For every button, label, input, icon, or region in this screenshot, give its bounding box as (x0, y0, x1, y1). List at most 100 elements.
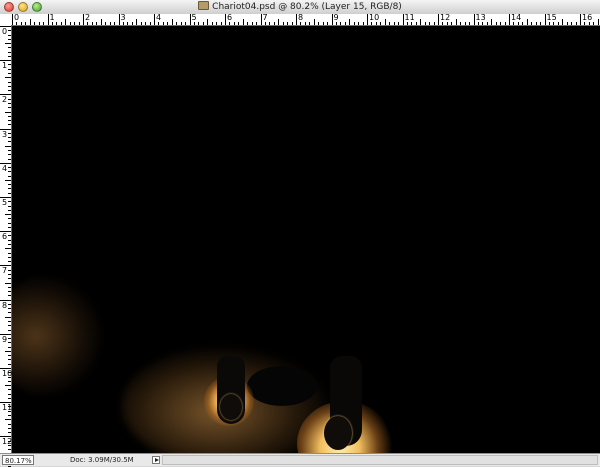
top-ruler-minor-tick (114, 22, 116, 25)
top-ruler-minor-tick (145, 22, 147, 25)
top-ruler-minor-tick (229, 22, 231, 25)
horizontal-scrollbar[interactable] (162, 455, 598, 465)
top-ruler-minor-tick (482, 22, 484, 25)
left-ruler-minor-tick (8, 132, 11, 134)
top-ruler-minor-tick (460, 22, 462, 25)
top-ruler-minor-tick (87, 22, 89, 25)
top-ruler-minor-tick (469, 22, 471, 25)
top-ruler-minor-tick (371, 22, 373, 25)
top-ruler-minor-tick (500, 22, 502, 25)
right-arrow-icon[interactable] (152, 456, 160, 464)
top-ruler-minor-tick (242, 19, 244, 25)
top-ruler-tick (260, 14, 262, 25)
top-ruler-minor-tick (433, 22, 435, 25)
top-ruler-minor-tick (185, 22, 187, 25)
left-ruler-minor-tick (8, 175, 11, 177)
top-ruler-minor-tick (504, 22, 506, 25)
top-ruler-minor-tick (136, 19, 138, 25)
left-ruler-minor-tick (8, 252, 11, 254)
top-ruler-minor-tick (535, 22, 537, 25)
top-ruler[interactable]: 0 1 2 3 4 5 6 7 8 9 10 11 12 13 14 15 16 (11, 13, 600, 26)
left-ruler-minor-tick (8, 149, 11, 151)
window-title: Chariot04.psd @ 80.2% (Layer 15, RGB/8) (212, 2, 402, 12)
top-ruler-minor-tick (60, 22, 62, 25)
top-ruler-minor-tick (74, 22, 76, 25)
left-ruler-minor-tick (8, 158, 11, 160)
top-ruler-tick (544, 14, 546, 25)
top-ruler-minor-tick (429, 22, 431, 25)
left-ruler-minor-tick (8, 359, 11, 361)
left-ruler-minor-tick (8, 171, 11, 173)
left-ruler-minor-tick (8, 51, 11, 53)
left-ruler-minor-tick (5, 43, 11, 45)
left-ruler-minor-tick (8, 235, 11, 237)
top-ruler-minor-tick (593, 22, 595, 25)
top-ruler-minor-tick (251, 22, 253, 25)
left-ruler-minor-tick (8, 124, 11, 126)
left-ruler-minor-tick (8, 372, 11, 374)
top-ruler-tick (580, 14, 581, 25)
left-ruler-minor-tick (8, 320, 11, 322)
left-smoke-glow (12, 276, 102, 396)
image-canvas[interactable] (12, 26, 600, 453)
top-ruler-minor-tick (202, 22, 204, 25)
left-ruler-minor-tick (8, 273, 11, 275)
left-ruler-minor-tick (5, 111, 11, 113)
left-ruler-minor-tick (8, 291, 11, 293)
top-ruler-minor-tick (411, 22, 413, 25)
left-ruler-minor-tick (8, 278, 11, 280)
left-ruler-minor-tick (8, 329, 11, 331)
left-ruler[interactable]: 0 1 2 3 4 5 6 7 8 9 10 11 12 (0, 25, 12, 467)
top-ruler-minor-tick (198, 22, 200, 25)
top-ruler-minor-tick (176, 22, 178, 25)
top-ruler-minor-tick (562, 19, 564, 25)
top-ruler-minor-tick (340, 22, 342, 25)
left-ruler-minor-tick (8, 346, 11, 348)
left-ruler-minor-tick (8, 338, 11, 340)
top-ruler-minor-tick (149, 22, 151, 25)
left-ruler-minor-tick (8, 312, 11, 314)
top-ruler-minor-tick (406, 22, 408, 25)
top-ruler-minor-tick (269, 22, 271, 25)
top-ruler-minor-tick (495, 22, 497, 25)
left-ruler-minor-tick (8, 449, 11, 451)
left-ruler-minor-tick (5, 419, 11, 421)
left-ruler-minor-tick (8, 68, 11, 70)
photoshop-document-window: Chariot04.psd @ 80.2% (Layer 15, RGB/8) … (0, 0, 600, 467)
top-ruler-minor-tick (548, 22, 550, 25)
left-ruler-minor-tick (8, 98, 11, 100)
top-ruler-minor-tick (522, 22, 524, 25)
left-ruler-minor-tick (8, 342, 11, 344)
left-ruler-minor-tick (8, 30, 11, 32)
top-ruler-minor-tick (43, 22, 45, 25)
top-ruler-minor-tick (220, 22, 222, 25)
zoom-level-field[interactable]: 80.17% (2, 455, 34, 465)
top-ruler-tick (154, 14, 155, 25)
top-ruler-minor-tick (100, 19, 102, 25)
left-ruler-minor-tick (8, 380, 11, 382)
top-ruler-minor-tick (282, 22, 284, 25)
top-ruler-minor-tick (566, 22, 568, 25)
left-ruler-minor-tick (8, 415, 11, 417)
left-ruler-minor-tick (8, 205, 11, 207)
left-ruler-minor-tick (5, 145, 11, 147)
top-ruler-tick (473, 14, 475, 25)
left-ruler-minor-tick (8, 55, 11, 57)
top-ruler-minor-tick (318, 22, 320, 25)
left-ruler-minor-tick (8, 120, 11, 122)
top-ruler-minor-tick (313, 19, 315, 25)
top-ruler-tick (189, 14, 191, 25)
top-ruler-minor-tick (327, 22, 329, 25)
top-ruler-minor-tick (446, 22, 448, 25)
left-ruler-minor-tick (8, 85, 11, 87)
top-ruler-minor-tick (588, 22, 590, 25)
top-ruler-minor-tick (557, 22, 559, 25)
top-ruler-minor-tick (256, 22, 258, 25)
left-ruler-minor-tick (8, 325, 11, 327)
dark-silhouette (247, 366, 317, 406)
left-ruler-minor-tick (8, 432, 11, 434)
top-ruler-minor-tick (442, 22, 444, 25)
left-ruler-minor-tick (8, 410, 11, 412)
window-title-wrap: Chariot04.psd @ 80.2% (Layer 15, RGB/8) (0, 0, 600, 14)
top-ruler-minor-tick (38, 22, 40, 25)
